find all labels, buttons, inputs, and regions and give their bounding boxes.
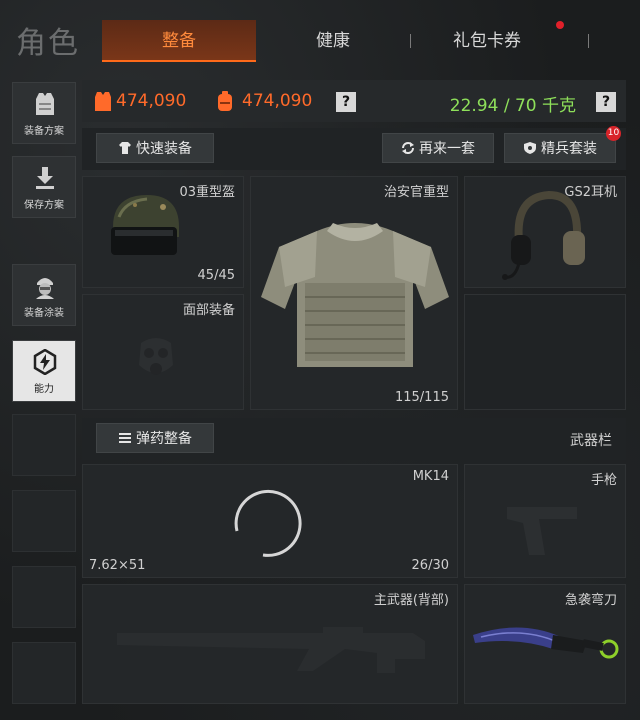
- shirt-icon: [119, 142, 131, 154]
- sidebar-item-loadout-plan[interactable]: 装备方案: [12, 82, 76, 144]
- helmet-durability: 45/45: [197, 268, 235, 283]
- sidebar-item-label: 保存方案: [24, 200, 64, 211]
- helmet-icon: [111, 195, 179, 255]
- resource-bar: 474,090 474,090 ? 22.94 / 70 千克 ?: [82, 80, 626, 122]
- refresh-icon: [402, 142, 414, 154]
- toolbar: 快速装备 再来一套 精兵套装 10: [82, 126, 626, 170]
- pistol-icon: [507, 507, 577, 555]
- vest-capacity-value: 474,090: [116, 91, 187, 111]
- tab-gift-cards[interactable]: 礼包卡券: [412, 20, 562, 62]
- face-slot-name: 面部装备: [182, 303, 235, 318]
- melee-slot[interactable]: 急袭弯刀: [464, 584, 626, 704]
- sidebar-item-ability[interactable]: 能力: [12, 340, 76, 402]
- backpack-capacity-value: 474,090: [242, 91, 313, 111]
- armor-slot[interactable]: 治安官重型 115/115: [250, 176, 458, 410]
- sidebar-item-label: 装备方案: [24, 126, 64, 137]
- shield-icon: [524, 142, 536, 154]
- header: 角色 整备 健康 礼包卡券: [0, 0, 640, 72]
- empty-equipment-slot: [464, 294, 626, 410]
- tab-divider: [588, 34, 589, 48]
- primary-weapon-slot[interactable]: MK14 7.62×51 26/30: [82, 464, 458, 578]
- ammo-loadout-button[interactable]: 弹药整备: [96, 423, 214, 453]
- download-icon: [36, 167, 54, 189]
- melee-weapon-name: 急袭弯刀: [564, 593, 617, 608]
- ammo-loadout-label: 弹药整备: [136, 431, 192, 447]
- face-slot[interactable]: 面部装备: [82, 294, 244, 410]
- vest-icon: [95, 92, 111, 111]
- armor-name: 治安官重型: [383, 185, 449, 200]
- tab-divider: [410, 34, 411, 48]
- secondary-weapon-slot[interactable]: 主武器(背部): [82, 584, 458, 704]
- headset-name: GS2耳机: [564, 185, 617, 200]
- secondary-weapon-name: 主武器(背部): [373, 593, 449, 608]
- lightning-icon: [33, 349, 57, 375]
- sidebar-item-skin[interactable]: 装备涂装: [12, 264, 76, 326]
- rifle-silhouette-icon: [117, 627, 425, 673]
- weapon-section-bar: 弹药整备 武器栏: [82, 418, 626, 460]
- weight-help-button[interactable]: ?: [596, 92, 616, 112]
- sidebar-empty-slot: [12, 642, 76, 704]
- sidebar-item-label: 装备涂装: [24, 308, 64, 319]
- headset-slot[interactable]: GS2耳机: [464, 176, 626, 288]
- soldier-icon: [36, 278, 54, 299]
- elite-set-button[interactable]: 精兵套装 10: [504, 126, 621, 163]
- gas-mask-icon: [139, 338, 173, 375]
- equip-again-label: 再来一套: [419, 141, 475, 157]
- body-armor-icon: [261, 223, 449, 367]
- ammo-icon: [119, 433, 131, 443]
- primary-weapon-ammo: 26/30: [411, 558, 449, 573]
- pistol-slot-name: 手枪: [590, 473, 617, 488]
- weapons-section-label: 武器栏: [570, 433, 612, 449]
- loading-spinner-icon: [234, 489, 302, 557]
- armor-durability: 115/115: [394, 390, 449, 405]
- quick-equip-label: 快速装备: [136, 141, 192, 157]
- sidebar-empty-slot: [12, 566, 76, 628]
- capacity-help-button[interactable]: ?: [336, 92, 356, 112]
- page-title: 角色: [16, 26, 80, 61]
- notification-dot: [556, 21, 564, 29]
- headset-icon: [502, 190, 585, 280]
- sidebar-item-save-plan[interactable]: 保存方案: [12, 156, 76, 218]
- tab-loadout[interactable]: 整备: [102, 20, 256, 62]
- karambit-knife-icon: [473, 627, 619, 659]
- helmet-name: 03重型盔: [179, 185, 235, 200]
- sidebar-item-label: 能力: [34, 384, 54, 395]
- sidebar-empty-slot: [12, 490, 76, 552]
- helmet-slot[interactable]: 03重型盔 45/45: [82, 176, 244, 288]
- elite-set-label: 精兵套装: [541, 141, 597, 157]
- backpack-icon: [218, 91, 232, 111]
- primary-weapon-name: MK14: [412, 469, 449, 484]
- tab-health[interactable]: 健康: [256, 20, 410, 62]
- pistol-slot[interactable]: 手枪: [464, 464, 626, 578]
- quick-equip-button[interactable]: 快速装备: [96, 133, 214, 163]
- elite-set-badge: 10: [606, 126, 621, 141]
- equip-again-button[interactable]: 再来一套: [382, 133, 494, 163]
- vest-plan-icon: [36, 93, 54, 115]
- sidebar-empty-slot: [12, 414, 76, 476]
- weight-value: 22.94 / 70 千克: [449, 96, 576, 116]
- primary-weapon-caliber: 7.62×51: [89, 558, 146, 573]
